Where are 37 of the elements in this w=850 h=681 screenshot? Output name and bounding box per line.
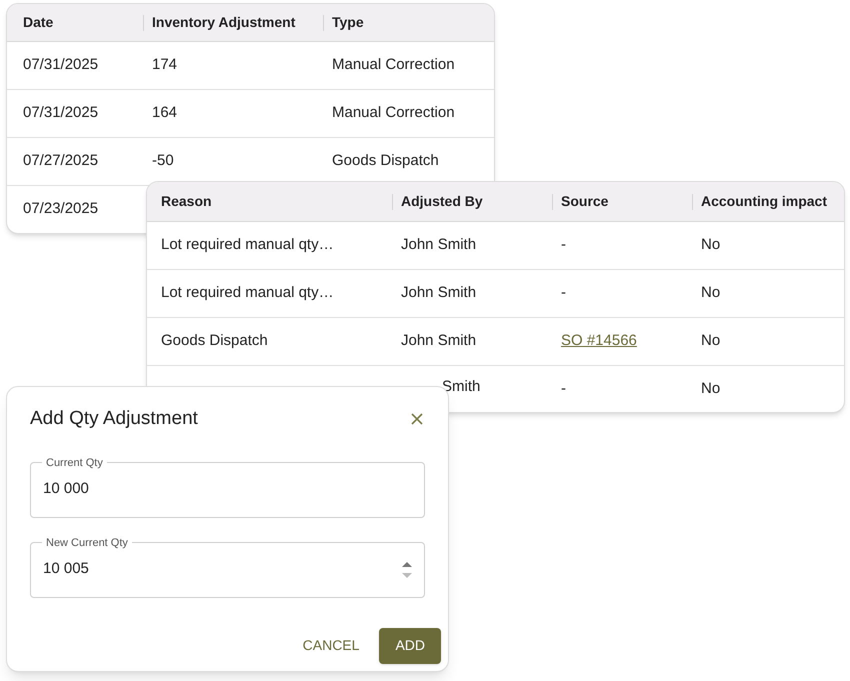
column-header: Type (332, 13, 364, 32)
table-cell: -50 (152, 152, 174, 170)
column-header: Accounting impact (701, 192, 828, 211)
table-cell: Lot required manual qty… (161, 284, 334, 302)
table-cell: Manual Correction (332, 56, 455, 74)
table-cell: Goods Dispatch (332, 152, 439, 170)
table-cell: Manual Correction (332, 104, 455, 122)
close-icon[interactable] (411, 413, 423, 426)
table-cell: 07/31/2025 (23, 104, 98, 122)
table-cell: John Smith (401, 332, 476, 350)
table-cell: No (701, 380, 720, 398)
table-cell: - (561, 284, 566, 302)
column-header: Inventory Adjustment (152, 13, 296, 32)
column-header: Source (561, 192, 608, 211)
add-button[interactable]: ADD (379, 628, 441, 664)
column-header: Date (23, 13, 54, 32)
table-cell: - (561, 380, 566, 398)
cancel-button[interactable]: CANCEL (294, 628, 368, 664)
column-header: Adjusted By (401, 192, 483, 211)
table-cell: - (561, 236, 566, 254)
spinner-icon[interactable] (402, 560, 412, 578)
table-cell: No (701, 284, 720, 302)
table-cell: Goods Dispatch (161, 332, 268, 350)
table-cell: No (701, 332, 720, 350)
table-cell: No (701, 236, 720, 254)
dialog-title: Add Qty Adjustment (30, 407, 198, 431)
table-cell: 07/31/2025 (23, 56, 98, 74)
table-cell: 07/27/2025 (23, 152, 98, 170)
table-cell: 164 (152, 104, 178, 122)
source-link[interactable]: SO #14566 (561, 332, 637, 350)
table-cell: Lot required manual qty… (161, 236, 334, 254)
table-cell: John Smith (401, 236, 476, 254)
table-cell: John Smith (401, 284, 476, 302)
column-header: Reason (161, 192, 212, 211)
table-cell: 174 (152, 56, 178, 74)
table-cell: Smith (442, 378, 480, 396)
table-cell: 07/23/2025 (23, 200, 98, 218)
